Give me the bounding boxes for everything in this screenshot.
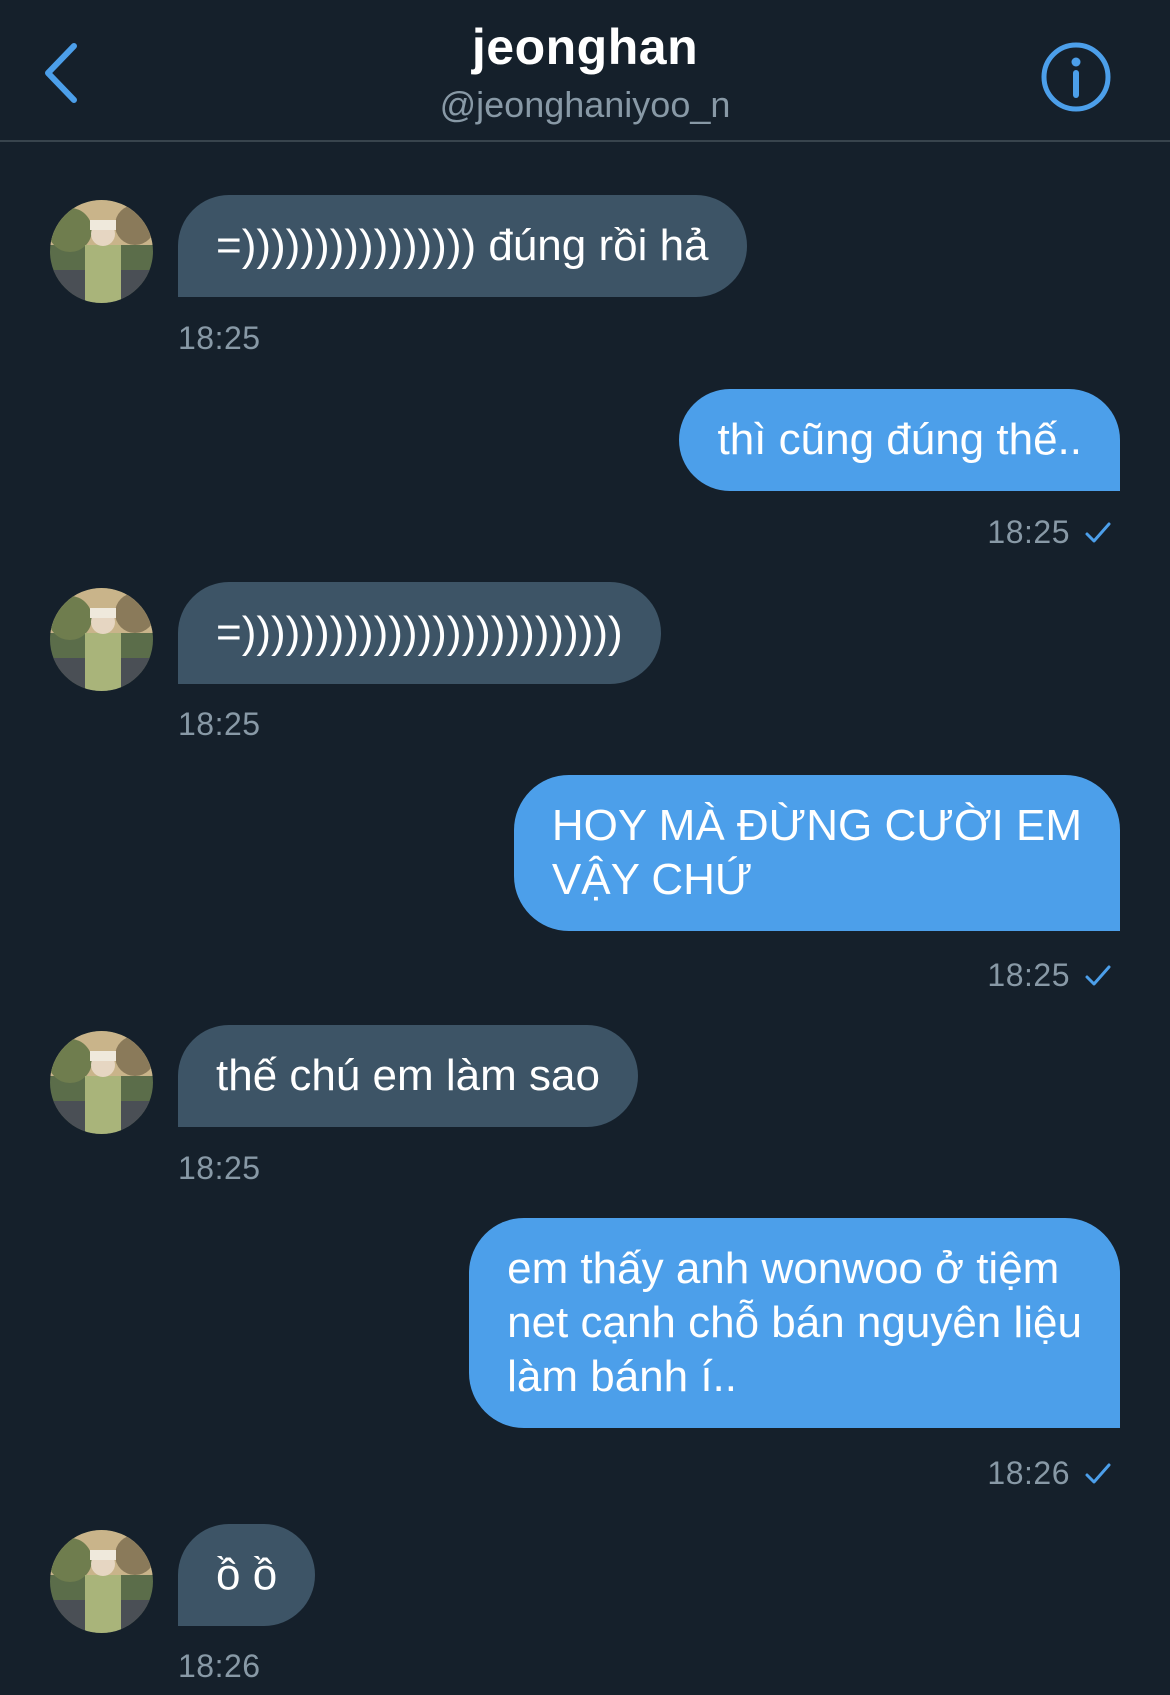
read-check-icon [1085, 965, 1111, 985]
message-status: 18:26 [987, 1455, 1112, 1492]
conversation-title[interactable]: jeonghan [0, 18, 1170, 76]
message-timestamp: 18:25 [987, 957, 1070, 993]
message-status: 18:25 [987, 514, 1112, 551]
message-timestamp: 18:25 [987, 514, 1070, 550]
message-timestamp: 18:25 [178, 1150, 261, 1186]
message-timestamp: 18:25 [178, 706, 261, 742]
message-timestamp: 18:26 [178, 1648, 261, 1684]
avatar-photo [50, 1530, 153, 1633]
read-check-icon [1085, 522, 1111, 542]
message-bubble-incoming[interactable]: =)))))))))))))))))))))))))) [178, 582, 661, 684]
avatar-photo [50, 588, 153, 691]
message-bubble-incoming[interactable]: thế chú em làm sao [178, 1025, 638, 1127]
avatar-photo [50, 1031, 153, 1134]
message-bubble-incoming[interactable]: =)))))))))))))))) đúng rồi hả [178, 195, 747, 297]
message-bubble-outgoing[interactable]: em thấy anh wonwoo ở tiệm net cạnh chỗ b… [469, 1218, 1120, 1428]
avatar[interactable] [50, 588, 153, 691]
message-bubble-outgoing[interactable]: thì cũng đúng thế.. [679, 389, 1120, 491]
info-circle-icon [1041, 42, 1111, 112]
conversation-header: jeonghan @jeonghaniyoo_n [0, 0, 1170, 142]
message-bubble-incoming[interactable]: ồ ồ [178, 1524, 316, 1626]
avatar[interactable] [50, 1031, 153, 1134]
message-status: 18:25 [987, 957, 1112, 994]
conversation-handle[interactable]: @jeonghaniyoo_n [0, 84, 1170, 126]
info-button[interactable] [1040, 41, 1112, 113]
message-timestamp: 18:25 [178, 320, 261, 356]
read-check-icon [1085, 1463, 1111, 1483]
avatar[interactable] [50, 200, 153, 303]
avatar[interactable] [50, 1530, 153, 1633]
avatar-photo [50, 200, 153, 303]
message-bubble-outgoing[interactable]: HOY MÀ ĐỪNG CƯỜI EM VẬY CHỨ [513, 775, 1120, 931]
message-timestamp: 18:26 [987, 1455, 1070, 1491]
